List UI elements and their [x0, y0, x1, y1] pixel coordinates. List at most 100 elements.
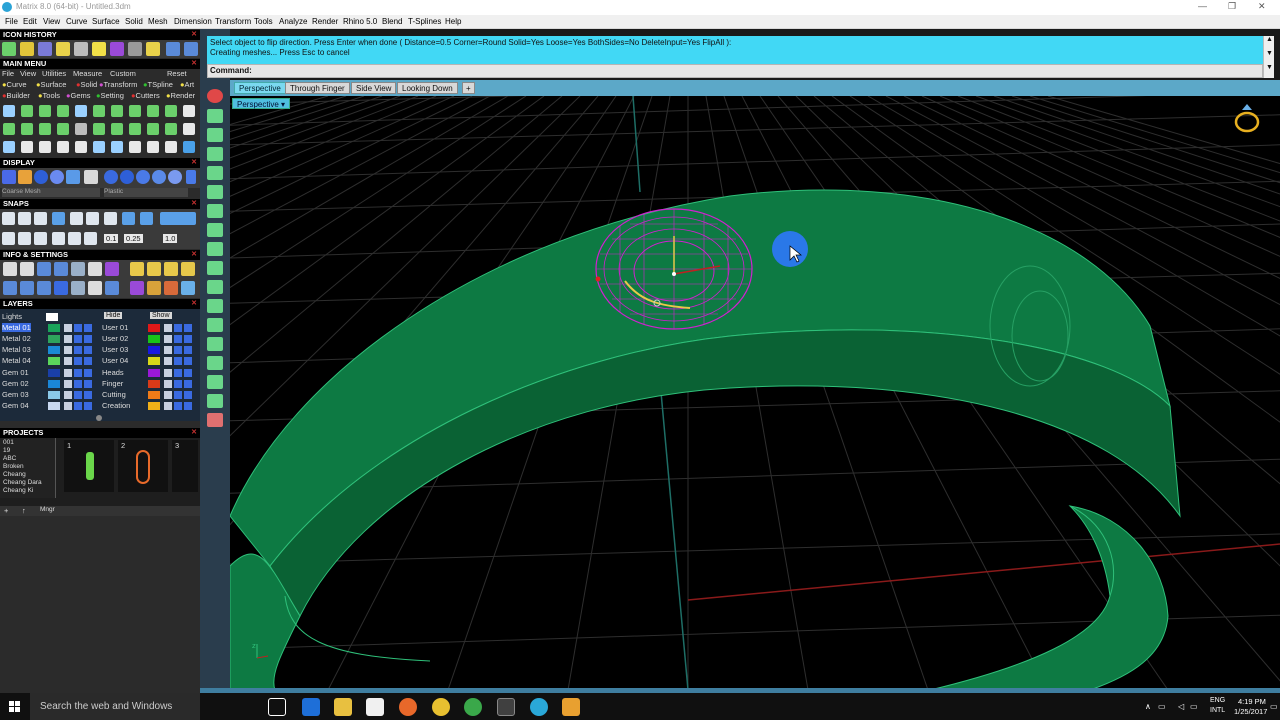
visibility-toggle[interactable] — [184, 335, 192, 343]
visibility-toggle[interactable] — [184, 380, 192, 388]
menu-tools[interactable]: Tools — [254, 17, 273, 26]
visibility-toggle[interactable] — [184, 391, 192, 399]
layer-name[interactable]: Metal 03 — [2, 345, 31, 354]
layer-color-swatch[interactable] — [48, 346, 60, 354]
close-button[interactable]: ✕ — [1258, 1, 1266, 12]
visibility-toggle[interactable] — [84, 357, 92, 365]
layer-name[interactable]: Gem 03 — [2, 390, 29, 399]
snap-value-3[interactable]: 1.0 — [163, 234, 178, 243]
tool-icon[interactable] — [207, 356, 223, 370]
visibility-toggle[interactable] — [84, 391, 92, 399]
task-view-icon[interactable] — [268, 698, 286, 716]
layer-name[interactable]: Cutting — [102, 390, 126, 399]
menu-tsplines[interactable]: T-Splines — [408, 17, 441, 26]
close-icon[interactable]: ✕ — [191, 250, 197, 260]
visibility-toggle[interactable] — [84, 380, 92, 388]
lock-icon[interactable] — [164, 402, 172, 410]
hide-button[interactable]: Hide — [104, 312, 123, 319]
tool-icon[interactable] — [207, 166, 223, 180]
tab-through-finger[interactable]: Through Finger — [285, 82, 350, 94]
close-icon[interactable]: ✕ — [191, 199, 197, 209]
tool-icon[interactable] — [207, 413, 223, 427]
layer-color-swatch[interactable] — [148, 402, 160, 410]
command-input[interactable] — [260, 66, 1250, 77]
mm-cutters[interactable]: ●Cutters — [131, 91, 160, 100]
lock-icon[interactable] — [164, 324, 172, 332]
file-explorer-icon[interactable] — [334, 698, 352, 716]
menu-rhino[interactable]: Rhino 5.0 — [343, 17, 377, 26]
layer-color-swatch[interactable] — [48, 369, 60, 377]
keyboard-layout[interactable]: INTL — [1210, 707, 1225, 714]
layer-color-swatch[interactable] — [148, 324, 160, 332]
mm-curve[interactable]: ●Curve — [2, 80, 27, 89]
windows-start-button[interactable] — [0, 693, 30, 720]
mm-transform[interactable]: ●Transform — [99, 80, 137, 89]
visibility-toggle[interactable] — [84, 335, 92, 343]
manager-button[interactable]: Mngr — [40, 506, 55, 513]
layer-color-swatch[interactable] — [48, 357, 60, 365]
layer-color-swatch[interactable] — [48, 391, 60, 399]
visibility-toggle[interactable] — [74, 335, 82, 343]
matrix-taskbar-icon[interactable] — [497, 698, 515, 716]
store-icon[interactable] — [366, 698, 384, 716]
network-icon[interactable]: ▭ — [1158, 702, 1166, 711]
menu-blend[interactable]: Blend — [382, 17, 402, 26]
menu-surface[interactable]: Surface — [92, 17, 120, 26]
visibility-toggle[interactable] — [74, 357, 82, 365]
tool-icon[interactable] — [207, 147, 223, 161]
minimize-button[interactable]: — — [1198, 1, 1207, 11]
lock-icon[interactable] — [64, 380, 72, 388]
perspective-viewport[interactable]: z Perspective ▾ — [230, 96, 1280, 690]
scroll-up-icon[interactable]: ▲ — [1266, 36, 1273, 43]
project-item[interactable]: 19 — [3, 447, 10, 454]
scroll-down-icon[interactable]: ▼ — [1266, 64, 1273, 71]
menu-view[interactable]: View — [43, 17, 60, 26]
close-icon[interactable]: ✕ — [191, 428, 197, 438]
add-tab-button[interactable]: + — [462, 82, 475, 94]
visibility-toggle[interactable] — [174, 380, 182, 388]
tool-icon[interactable] — [207, 318, 223, 332]
app-icon[interactable] — [562, 698, 580, 716]
visibility-toggle[interactable] — [184, 346, 192, 354]
menu-edit[interactable]: Edit — [23, 17, 37, 26]
chrome-icon[interactable] — [432, 698, 450, 716]
history-tool-icon[interactable] — [128, 42, 142, 56]
visibility-toggle[interactable] — [74, 402, 82, 410]
menu-solid[interactable]: Solid — [125, 17, 143, 26]
clock-date[interactable]: 1/25/2017 — [1234, 707, 1267, 716]
material-sphere-icon[interactable] — [104, 170, 118, 184]
layer-color-swatch[interactable] — [48, 335, 60, 343]
snap-value-2[interactable]: 0.25 — [124, 234, 143, 243]
visibility-toggle[interactable] — [174, 402, 182, 410]
lock-icon[interactable] — [64, 357, 72, 365]
layer-name[interactable]: Creation — [102, 401, 130, 410]
display-mode-icon[interactable] — [84, 170, 98, 184]
visibility-toggle[interactable] — [184, 369, 192, 377]
keyboard-icon[interactable]: ▭ — [1190, 702, 1198, 711]
layer-color-swatch[interactable] — [148, 346, 160, 354]
lights-swatch[interactable] — [46, 313, 58, 321]
mm-setting[interactable]: ●Setting — [96, 91, 124, 100]
clock-time[interactable]: 4:19 PM — [1238, 697, 1266, 706]
info-settings-icons[interactable] — [0, 260, 200, 298]
display-mode-icon[interactable] — [66, 170, 80, 184]
mm-builder[interactable]: ●Builder — [2, 91, 30, 100]
menu-dimension[interactable]: Dimension — [174, 17, 212, 26]
lock-icon[interactable] — [64, 391, 72, 399]
project-item[interactable]: Cheang Dara — [3, 479, 42, 486]
layer-name[interactable]: Metal 02 — [2, 334, 31, 343]
visibility-toggle[interactable] — [84, 324, 92, 332]
up-icon[interactable]: ↑ — [22, 506, 26, 515]
layer-name[interactable]: Heads — [102, 368, 124, 377]
viewport-label-dropdown[interactable]: Perspective ▾ — [232, 98, 291, 109]
visibility-toggle[interactable] — [84, 346, 92, 354]
layer-color-swatch[interactable] — [148, 391, 160, 399]
close-icon[interactable]: ✕ — [191, 30, 197, 40]
tool-icon[interactable] — [207, 280, 223, 294]
ring-navigation-icon[interactable] — [1234, 104, 1260, 133]
layer-color-swatch[interactable] — [48, 324, 60, 332]
arrow-left-icon[interactable] — [166, 42, 180, 56]
3d-scene[interactable]: z — [230, 96, 1280, 690]
record-icon[interactable] — [207, 89, 223, 103]
tool-icon[interactable] — [207, 375, 223, 389]
